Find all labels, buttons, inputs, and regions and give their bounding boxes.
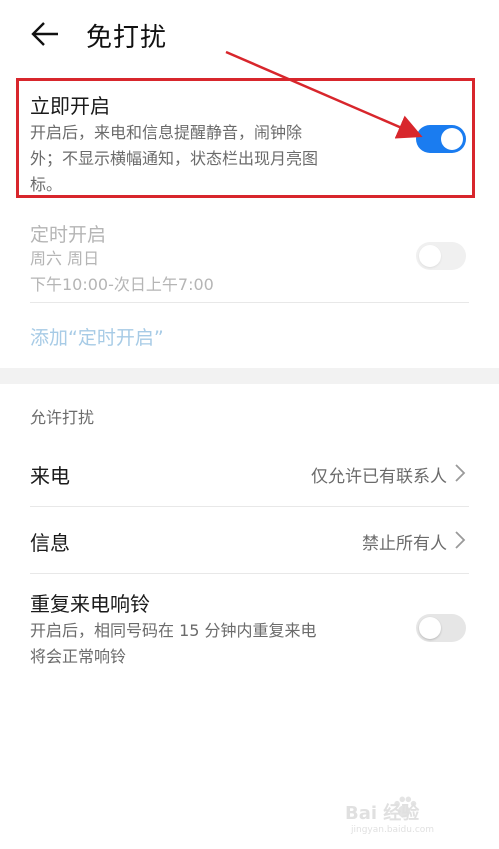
repeat-call-title: 重复来电响铃 bbox=[30, 592, 150, 616]
list-item-calls[interactable]: 来电 仅允许已有联系人 bbox=[0, 440, 499, 506]
chevron-right-icon bbox=[455, 531, 466, 549]
list-item-messages[interactable]: 信息 禁止所有人 bbox=[0, 507, 499, 573]
divider bbox=[30, 302, 469, 303]
scheduled-enable-row[interactable]: 定时开启 周六 周日 下午10:00-次日上午7:00 bbox=[0, 210, 499, 305]
chevron-right-icon bbox=[455, 464, 466, 482]
repeat-call-row[interactable]: 重复来电响铃 开启后，相同号码在 15 分钟内重复来电 将会正常响铃 bbox=[0, 574, 499, 674]
messages-value: 禁止所有人 bbox=[362, 534, 447, 554]
repeat-call-toggle[interactable] bbox=[416, 614, 466, 642]
calls-value: 仅允许已有联系人 bbox=[311, 467, 447, 487]
toggle-knob bbox=[419, 617, 441, 639]
messages-label: 信息 bbox=[30, 531, 70, 555]
scheduled-time: 下午10:00-次日上午7:00 bbox=[30, 275, 214, 294]
scheduled-enable-toggle[interactable] bbox=[416, 242, 466, 270]
scheduled-enable-title: 定时开启 bbox=[30, 224, 107, 246]
header: 免打扰 bbox=[0, 0, 499, 70]
toggle-knob bbox=[419, 245, 441, 267]
calls-label: 来电 bbox=[30, 464, 70, 488]
page-title: 免打扰 bbox=[86, 23, 168, 53]
back-arrow-icon[interactable] bbox=[30, 20, 60, 48]
watermark-text: Bai 经验 bbox=[345, 803, 420, 824]
annotation-highlight-box bbox=[16, 78, 475, 198]
scheduled-days: 周六 周日 bbox=[30, 249, 100, 268]
add-schedule-link[interactable]: 添加“定时开启” bbox=[30, 323, 164, 350]
baidu-jingyan-watermark: Bai 经验 jingyan.baidu.com bbox=[345, 795, 475, 839]
repeat-call-desc-line1: 开启后，相同号码在 15 分钟内重复来电 bbox=[30, 621, 317, 640]
section-gap bbox=[0, 368, 499, 384]
repeat-call-desc-line2: 将会正常响铃 bbox=[30, 647, 127, 666]
allow-interrupt-section-label: 允许打扰 bbox=[30, 408, 95, 427]
watermark-url: jingyan.baidu.com bbox=[351, 825, 435, 835]
